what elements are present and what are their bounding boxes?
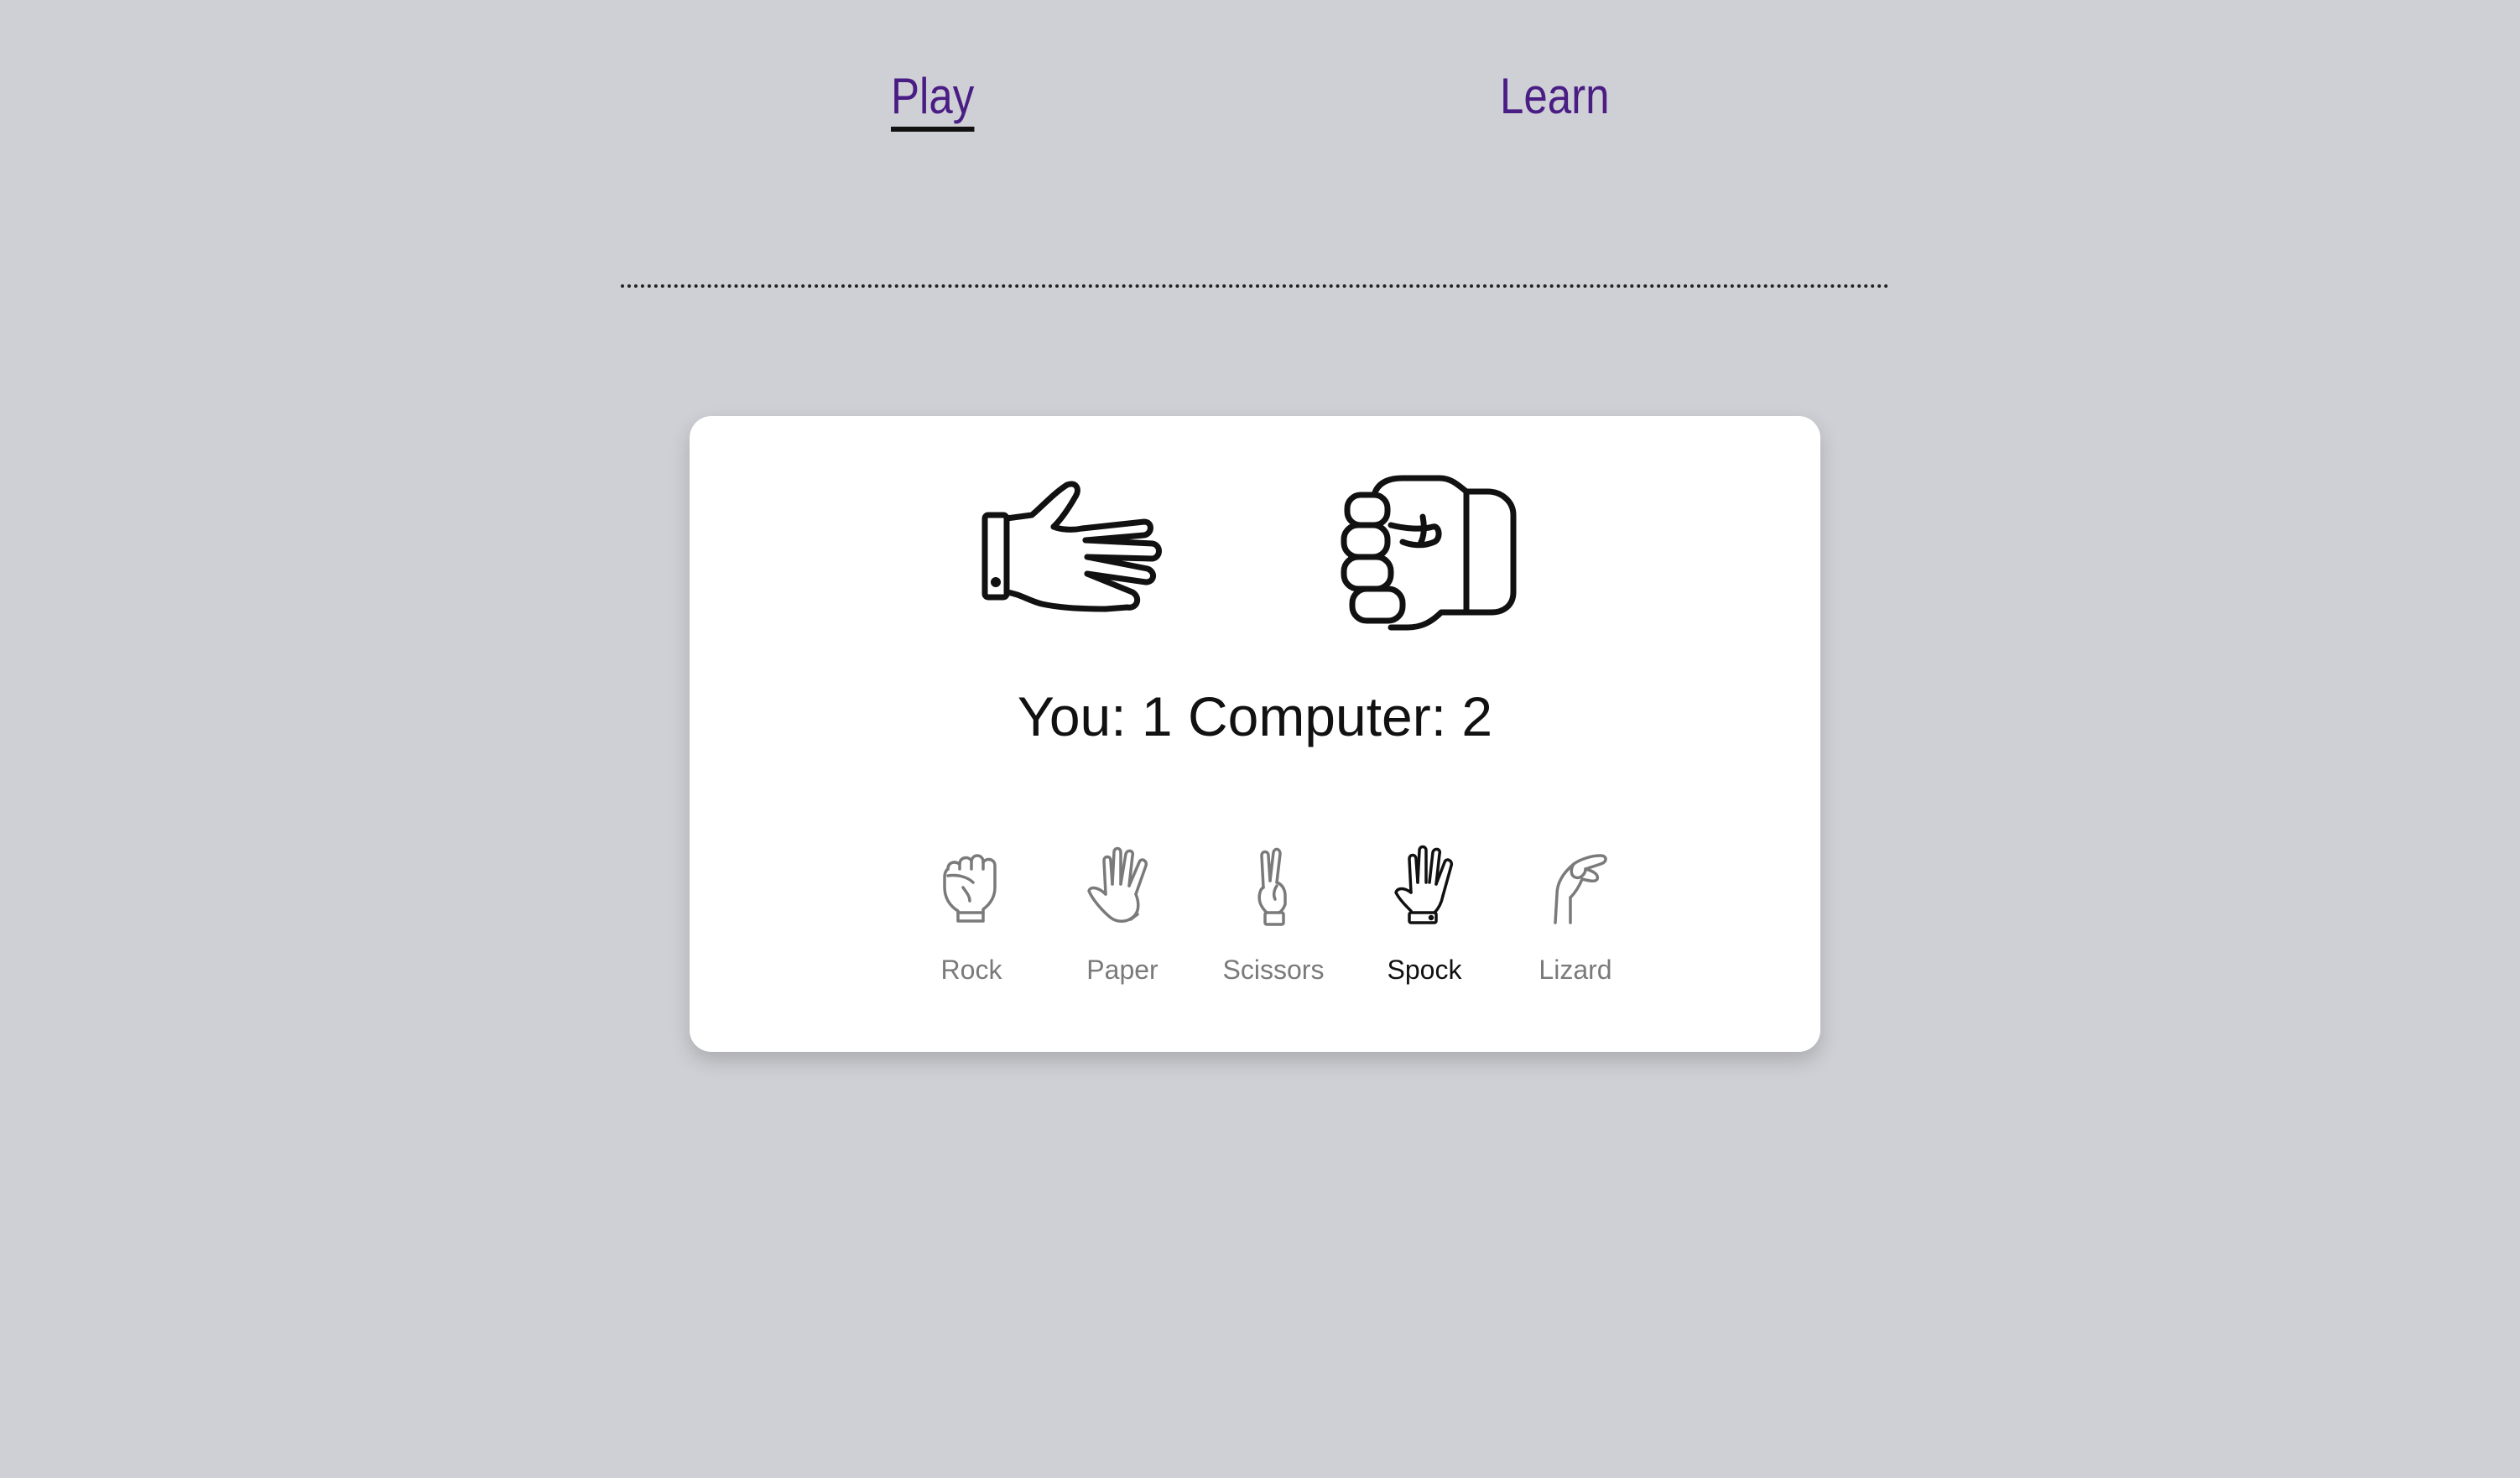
choice-bar: Rock Paper Scissors Spock Lizard bbox=[904, 844, 1659, 1012]
rock-icon bbox=[929, 844, 1013, 928]
choice-scissors[interactable]: Scissors bbox=[1206, 844, 1341, 1012]
choice-rock[interactable]: Rock bbox=[904, 844, 1039, 1012]
choice-lizard-label: Lizard bbox=[1539, 955, 1612, 985]
choice-spock-label: Spock bbox=[1387, 955, 1462, 985]
choice-lizard[interactable]: Lizard bbox=[1508, 844, 1643, 1012]
choice-rock-label: Rock bbox=[940, 955, 1002, 985]
choice-scissors-label: Scissors bbox=[1222, 955, 1325, 985]
dotted-divider bbox=[621, 284, 1889, 288]
score-display: You: 1 Computer: 2 bbox=[690, 684, 1820, 748]
game-card: You: 1 Computer: 2 Rock Paper Scissors S… bbox=[690, 416, 1820, 1052]
top-nav: Play Learn bbox=[0, 67, 2520, 151]
choice-spock[interactable]: Spock bbox=[1357, 844, 1492, 1012]
score-text: You: 1 Computer: 2 bbox=[1017, 685, 1493, 747]
choice-paper-label: Paper bbox=[1086, 955, 1158, 985]
paper-hand-icon bbox=[980, 475, 1164, 634]
nav-play-link[interactable]: Play bbox=[891, 67, 975, 132]
scissors-icon bbox=[1231, 844, 1315, 928]
lizard-icon bbox=[1533, 844, 1617, 928]
paper-icon bbox=[1080, 844, 1164, 928]
choice-paper[interactable]: Paper bbox=[1055, 844, 1190, 1012]
spock-icon bbox=[1382, 844, 1466, 928]
nav-learn-link[interactable]: Learn bbox=[1500, 67, 1609, 125]
rock-fist-icon bbox=[1341, 475, 1525, 634]
